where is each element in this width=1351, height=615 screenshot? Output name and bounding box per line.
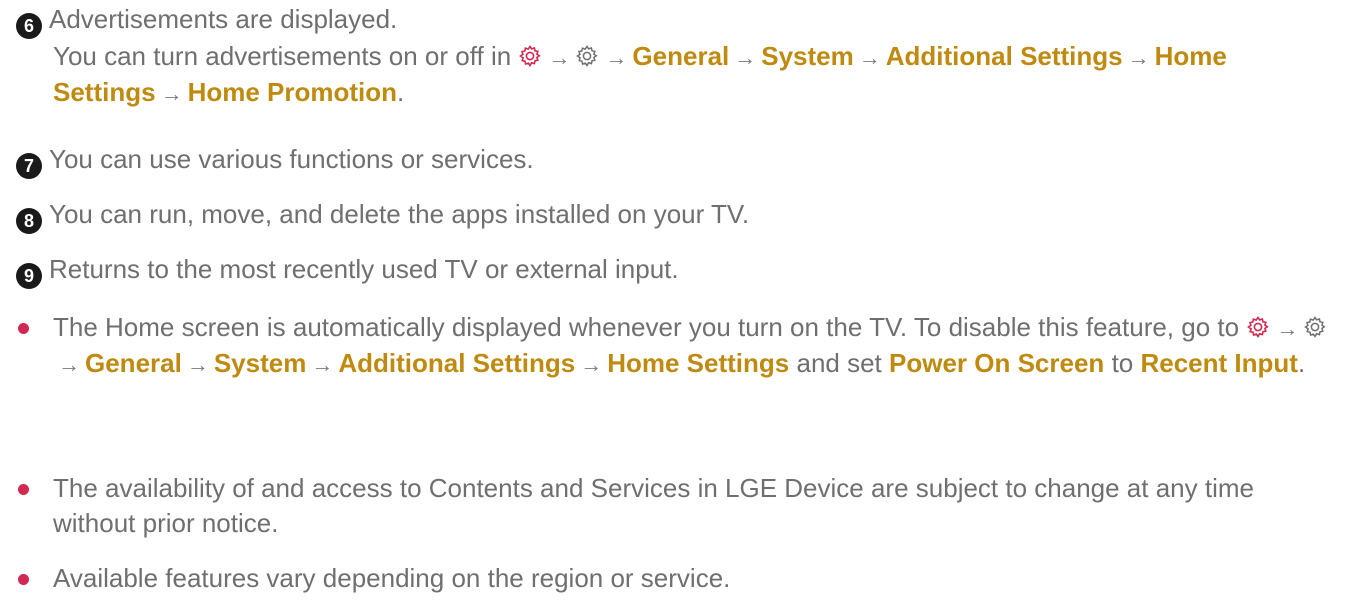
menu-path-general: General — [85, 348, 182, 378]
arrow-icon: → — [186, 352, 209, 377]
settings-gear-icon — [576, 45, 599, 67]
help-page: 6 Advertisements are displayed. You can t… — [0, 0, 1351, 615]
note-3: Available features vary depending on the… — [53, 563, 731, 593]
list-item-7: 7 You can use various functions or servic… — [16, 142, 1336, 179]
number-badge: 9 — [16, 263, 42, 289]
detail-text: You can turn advertisements on or off in — [53, 41, 512, 71]
arrow-icon: → — [605, 45, 628, 70]
arrow-icon: → — [160, 81, 183, 106]
arrow-icon: → — [548, 45, 571, 70]
note-text: The Home screen is automatically display… — [53, 312, 1240, 342]
list-item-9: 9 Returns to the most recently used TV or… — [16, 252, 1336, 289]
arrow-icon: → — [580, 352, 603, 377]
note-text: to — [1111, 348, 1134, 378]
bullet-icon — [18, 484, 29, 495]
arrow-icon: → — [1276, 316, 1299, 341]
settings-gear-icon — [1304, 316, 1326, 338]
arrow-icon: → — [858, 45, 881, 70]
arrow-icon: → — [58, 352, 80, 377]
menu-path-additional-settings: Additional Settings — [885, 41, 1123, 71]
arrow-icon: → — [1127, 45, 1150, 70]
menu-path-system: System — [213, 348, 307, 378]
list-item-8: 8 You can run, move, and delete the apps … — [16, 197, 1336, 234]
item-text: Returns to the most recently used TV or … — [49, 254, 679, 284]
option-power-on-screen: Power On Screen — [889, 348, 1105, 378]
menu-path-system: System — [761, 41, 854, 71]
menu-path-general: General — [632, 41, 730, 71]
bullet-icon — [18, 323, 29, 334]
list-item-6: 6 Advertisements are displayed. You can t… — [16, 2, 1336, 111]
menu-path-home-settings: Home Settings — [607, 348, 790, 378]
settings-gear-icon — [1247, 316, 1270, 339]
period: . — [397, 77, 405, 107]
arrow-icon: → — [734, 45, 757, 70]
arrow-icon: → — [311, 352, 334, 377]
period: . — [1297, 348, 1306, 378]
option-recent-input: Recent Input — [1140, 348, 1298, 378]
number-badge: 7 — [16, 153, 42, 179]
number-badge: 6 — [16, 13, 42, 39]
menu-path-home-promotion: Home Promotion — [187, 77, 398, 107]
note-text: and set — [796, 348, 882, 378]
settings-gear-icon — [519, 45, 542, 68]
item-text: You can run, move, and delete the apps i… — [49, 199, 750, 229]
note-1: The Home screen is automatically display… — [53, 310, 1343, 382]
menu-path-additional-settings: Additional Settings — [338, 348, 576, 378]
item-text: Advertisements are displayed. — [49, 4, 398, 34]
item-text: You can use various functions or service… — [49, 144, 534, 174]
number-badge: 8 — [16, 208, 42, 234]
bullet-icon — [18, 574, 29, 585]
item-6-detail: You can turn advertisements on or off in… — [16, 39, 1336, 111]
note-2: The availability of and access to Conten… — [53, 473, 1254, 538]
